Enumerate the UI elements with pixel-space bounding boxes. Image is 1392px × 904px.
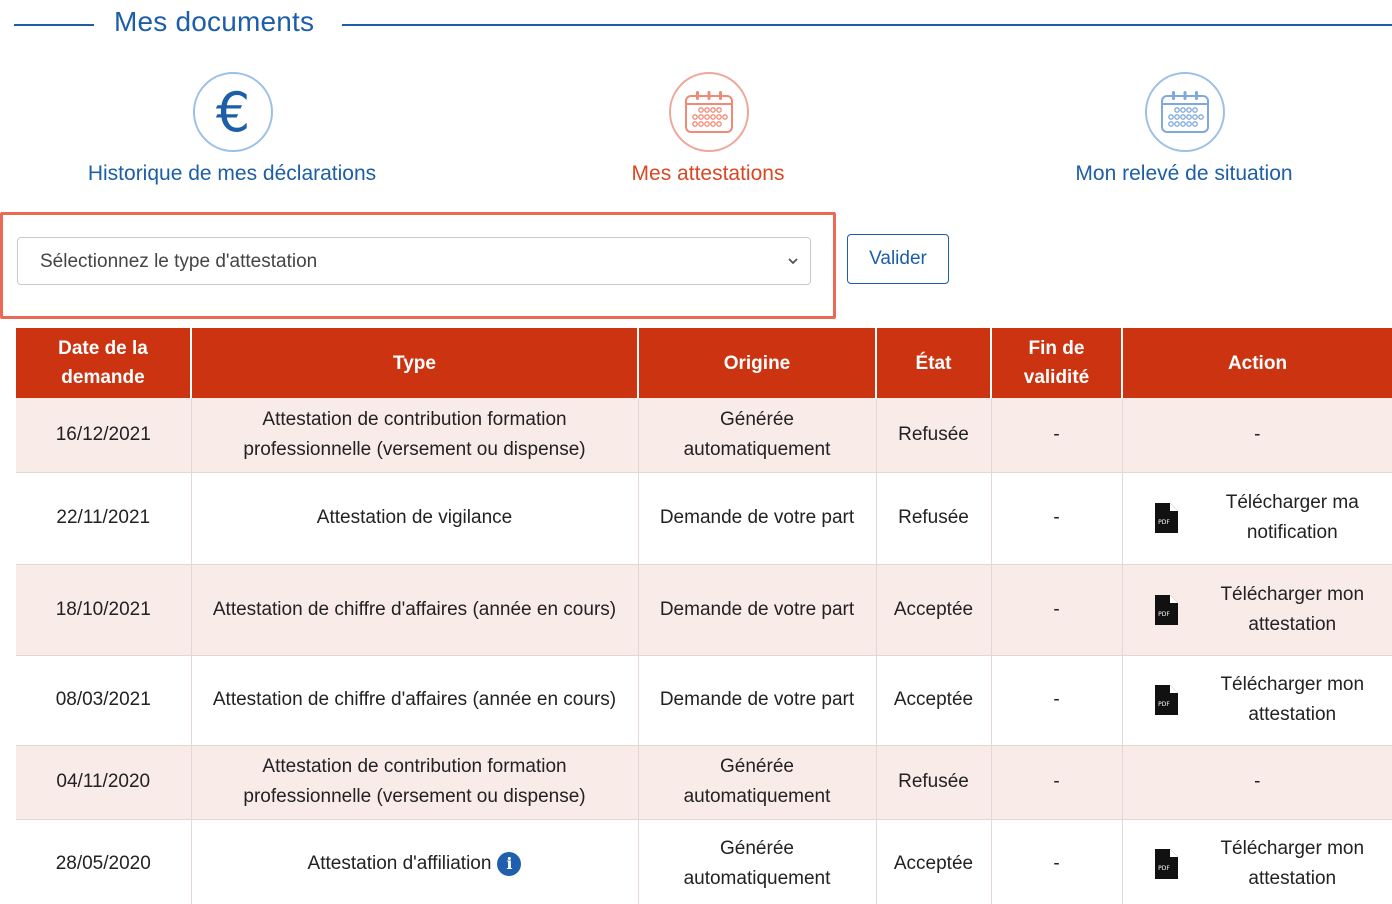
cell-end: - bbox=[991, 819, 1123, 904]
header-rule-right bbox=[342, 24, 1392, 26]
calendar-icon bbox=[669, 72, 749, 152]
cell-end: - bbox=[991, 398, 1123, 473]
column-header-origin[interactable]: Origine bbox=[638, 328, 877, 398]
tile-label: Mes attestations bbox=[631, 162, 785, 185]
cell-type: Attestation de vigilance bbox=[191, 472, 639, 565]
download-link[interactable]: PDF Télécharger mon attestation bbox=[1129, 580, 1387, 640]
cell-origin: Demande de votre part bbox=[638, 655, 877, 746]
cell-state: Acceptée bbox=[876, 819, 992, 904]
table-row: 04/11/2020 Attestation de contribution f… bbox=[16, 745, 1392, 820]
cell-origin: Demande de votre part bbox=[638, 564, 877, 656]
download-link[interactable]: PDF Télécharger ma notification bbox=[1129, 488, 1387, 548]
cell-end: - bbox=[991, 745, 1123, 820]
pdf-file-icon: PDF bbox=[1154, 503, 1178, 533]
cell-date: 04/11/2020 bbox=[16, 745, 192, 820]
table-row: 16/12/2021 Attestation de contribution f… bbox=[16, 398, 1392, 473]
chevron-down-icon bbox=[788, 258, 798, 265]
cell-action: PDF Télécharger mon attestation bbox=[1122, 819, 1392, 904]
cell-type-text: Attestation d'affiliation bbox=[307, 853, 492, 874]
calendar-icon bbox=[1145, 72, 1225, 152]
cell-action: PDF Télécharger mon attestation bbox=[1122, 655, 1392, 746]
cell-state: Refusée bbox=[876, 398, 992, 473]
column-header-state[interactable]: État bbox=[876, 328, 992, 398]
column-header-end[interactable]: Fin de validité bbox=[991, 328, 1123, 398]
svg-text:PDF: PDF bbox=[1158, 701, 1170, 708]
cell-state: Acceptée bbox=[876, 655, 992, 746]
cell-action: PDF Télécharger mon attestation bbox=[1122, 564, 1392, 656]
cell-date: 18/10/2021 bbox=[16, 564, 192, 656]
cell-origin: Générée automatiquement bbox=[638, 819, 877, 904]
download-label: Télécharger mon attestation bbox=[1220, 674, 1365, 725]
table-header-row: Date de la demande Type Origine État Fin… bbox=[16, 328, 1392, 398]
tile-releve-situation[interactable]: Mon relevé de situation bbox=[1004, 72, 1364, 190]
attestation-type-highlight: Sélectionnez le type d'attestation bbox=[0, 212, 836, 319]
attestations-table: Date de la demande Type Origine État Fin… bbox=[16, 328, 1392, 904]
euro-icon: € bbox=[193, 72, 273, 152]
cell-date: 08/03/2021 bbox=[16, 655, 192, 746]
cell-origin: Demande de votre part bbox=[638, 472, 877, 565]
tile-mes-attestations[interactable]: Mes attestations bbox=[528, 72, 888, 190]
column-header-action: Action bbox=[1122, 328, 1392, 398]
column-header-type[interactable]: Type bbox=[191, 328, 639, 398]
pdf-file-icon: PDF bbox=[1154, 594, 1178, 625]
cell-state: Refusée bbox=[876, 472, 992, 565]
cell-state: Acceptée bbox=[876, 564, 992, 656]
cell-type: Attestation de contribution formation pr… bbox=[191, 745, 639, 820]
download-label: Télécharger ma notification bbox=[1225, 492, 1359, 543]
download-link[interactable]: PDF Télécharger mon attestation bbox=[1129, 670, 1387, 730]
section-header: Mes documents bbox=[0, 0, 1392, 50]
tile-historique-declarations[interactable]: € Historique de mes déclarations bbox=[52, 72, 412, 190]
download-label: Télécharger mon attestation bbox=[1220, 583, 1365, 635]
cell-type: Attestation de chiffre d'affaires (année… bbox=[191, 564, 639, 656]
cell-date: 22/11/2021 bbox=[16, 472, 192, 565]
cell-date: 16/12/2021 bbox=[16, 398, 192, 473]
cell-action: - bbox=[1122, 398, 1392, 473]
table-row: 22/11/2021 Attestation de vigilance Dema… bbox=[16, 472, 1392, 565]
cell-state: Refusée bbox=[876, 745, 992, 820]
select-placeholder: Sélectionnez le type d'attestation bbox=[40, 251, 318, 272]
validate-button[interactable]: Valider bbox=[847, 234, 949, 284]
cell-type: Attestation de chiffre d'affaires (année… bbox=[191, 655, 639, 746]
table-row: 28/05/2020 Attestation d'affiliation i Gé… bbox=[16, 819, 1392, 904]
download-label: Télécharger mon attestation bbox=[1220, 838, 1365, 889]
info-icon[interactable]: i bbox=[497, 851, 522, 876]
tile-label: Historique de mes déclarations bbox=[87, 162, 377, 185]
cell-origin: Générée automatiquement bbox=[638, 745, 877, 820]
cell-origin: Générée automatiquement bbox=[638, 398, 877, 473]
cell-type: Attestation de contribution formation pr… bbox=[191, 398, 639, 473]
cell-end: - bbox=[991, 564, 1123, 656]
cell-date: 28/05/2020 bbox=[16, 819, 192, 904]
section-title: Mes documents bbox=[114, 6, 315, 37]
table-row: 08/03/2021 Attestation de chiffre d'affa… bbox=[16, 655, 1392, 746]
table-row: 18/10/2021 Attestation de chiffre d'affa… bbox=[16, 564, 1392, 656]
svg-text:PDF: PDF bbox=[1158, 865, 1170, 872]
pdf-file-icon: PDF bbox=[1154, 685, 1178, 715]
pdf-file-icon: PDF bbox=[1154, 849, 1178, 879]
tile-label: Mon relevé de situation bbox=[1075, 162, 1293, 185]
cell-action: PDF Télécharger ma notification bbox=[1122, 472, 1392, 565]
svg-text:PDF: PDF bbox=[1158, 519, 1170, 526]
attestation-type-select[interactable]: Sélectionnez le type d'attestation bbox=[17, 237, 811, 285]
cell-end: - bbox=[991, 655, 1123, 746]
svg-text:PDF: PDF bbox=[1158, 611, 1170, 618]
cell-action: - bbox=[1122, 745, 1392, 820]
header-rule-left bbox=[14, 24, 94, 26]
cell-type: Attestation d'affiliation i bbox=[191, 819, 639, 904]
download-link[interactable]: PDF Télécharger mon attestation bbox=[1129, 834, 1387, 894]
column-header-date[interactable]: Date de la demande bbox=[16, 328, 192, 398]
cell-end: - bbox=[991, 472, 1123, 565]
